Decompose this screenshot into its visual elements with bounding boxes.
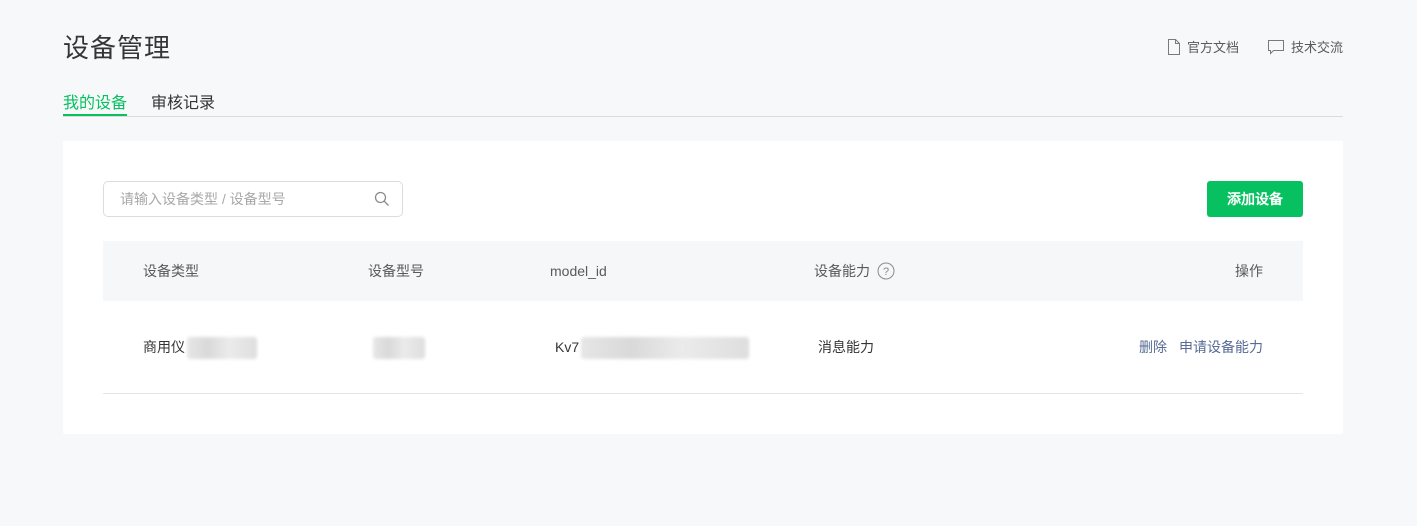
cell-device-ability: 消息能力 — [818, 339, 874, 355]
search-input[interactable] — [120, 191, 360, 207]
document-icon — [1167, 38, 1181, 55]
header-device-model: 设备型号 — [368, 263, 424, 279]
add-device-button[interactable]: 添加设备 — [1207, 181, 1303, 217]
delete-link[interactable]: 删除 — [1139, 301, 1167, 393]
official-docs-link[interactable]: 官方文档 — [1167, 37, 1239, 56]
header-device-type: 设备类型 — [143, 263, 199, 279]
devices-card: 添加设备 设备类型 设备型号 model_id 设备能力 ? 操作 商用仪 Kv… — [63, 141, 1343, 434]
tech-exchange-label: 技术交流 — [1290, 40, 1343, 55]
tab-my-devices[interactable]: 我的设备 — [63, 86, 128, 116]
page-title: 设备管理 — [63, 33, 172, 63]
cell-device-type: 商用仪 — [143, 301, 257, 393]
header-links: 官方文档 技术交流 — [1167, 37, 1343, 56]
cell-device-model — [368, 301, 425, 393]
header-model-id: model_id — [550, 263, 607, 279]
tab-bar: 我的设备 审核记录 — [63, 86, 1343, 117]
redacted-area — [187, 337, 257, 360]
header-operations: 操作 — [1235, 263, 1263, 279]
tab-review-records[interactable]: 审核记录 — [151, 86, 215, 115]
device-type-text: 商用仪 — [143, 339, 185, 355]
table-header: 设备类型 设备型号 model_id 设备能力 ? 操作 — [103, 241, 1303, 301]
table-row: 商用仪 Kv7 消息能力 删除 申请设备能力 — [103, 301, 1303, 394]
devices-table: 设备类型 设备型号 model_id 设备能力 ? 操作 商用仪 Kv7 消息能… — [103, 241, 1303, 394]
header-device-ability: 设备能力 ? — [814, 241, 895, 301]
chat-bubble-icon — [1267, 39, 1285, 55]
search-box — [103, 181, 403, 217]
help-icon[interactable]: ? — [877, 262, 895, 280]
svg-text:?: ? — [883, 266, 889, 278]
search-icon[interactable] — [374, 191, 390, 212]
redacted-area — [373, 337, 425, 360]
model-id-text: Kv7 — [555, 339, 580, 355]
cell-model-id: Kv7 — [555, 301, 750, 393]
tech-exchange-link[interactable]: 技术交流 — [1267, 37, 1343, 56]
cell-operations: 删除 申请设备能力 — [1139, 301, 1263, 393]
redacted-area — [581, 337, 750, 360]
header-device-ability-label: 设备能力 — [814, 263, 870, 279]
official-docs-label: 官方文档 — [1186, 40, 1239, 55]
apply-ability-link[interactable]: 申请设备能力 — [1179, 301, 1263, 393]
